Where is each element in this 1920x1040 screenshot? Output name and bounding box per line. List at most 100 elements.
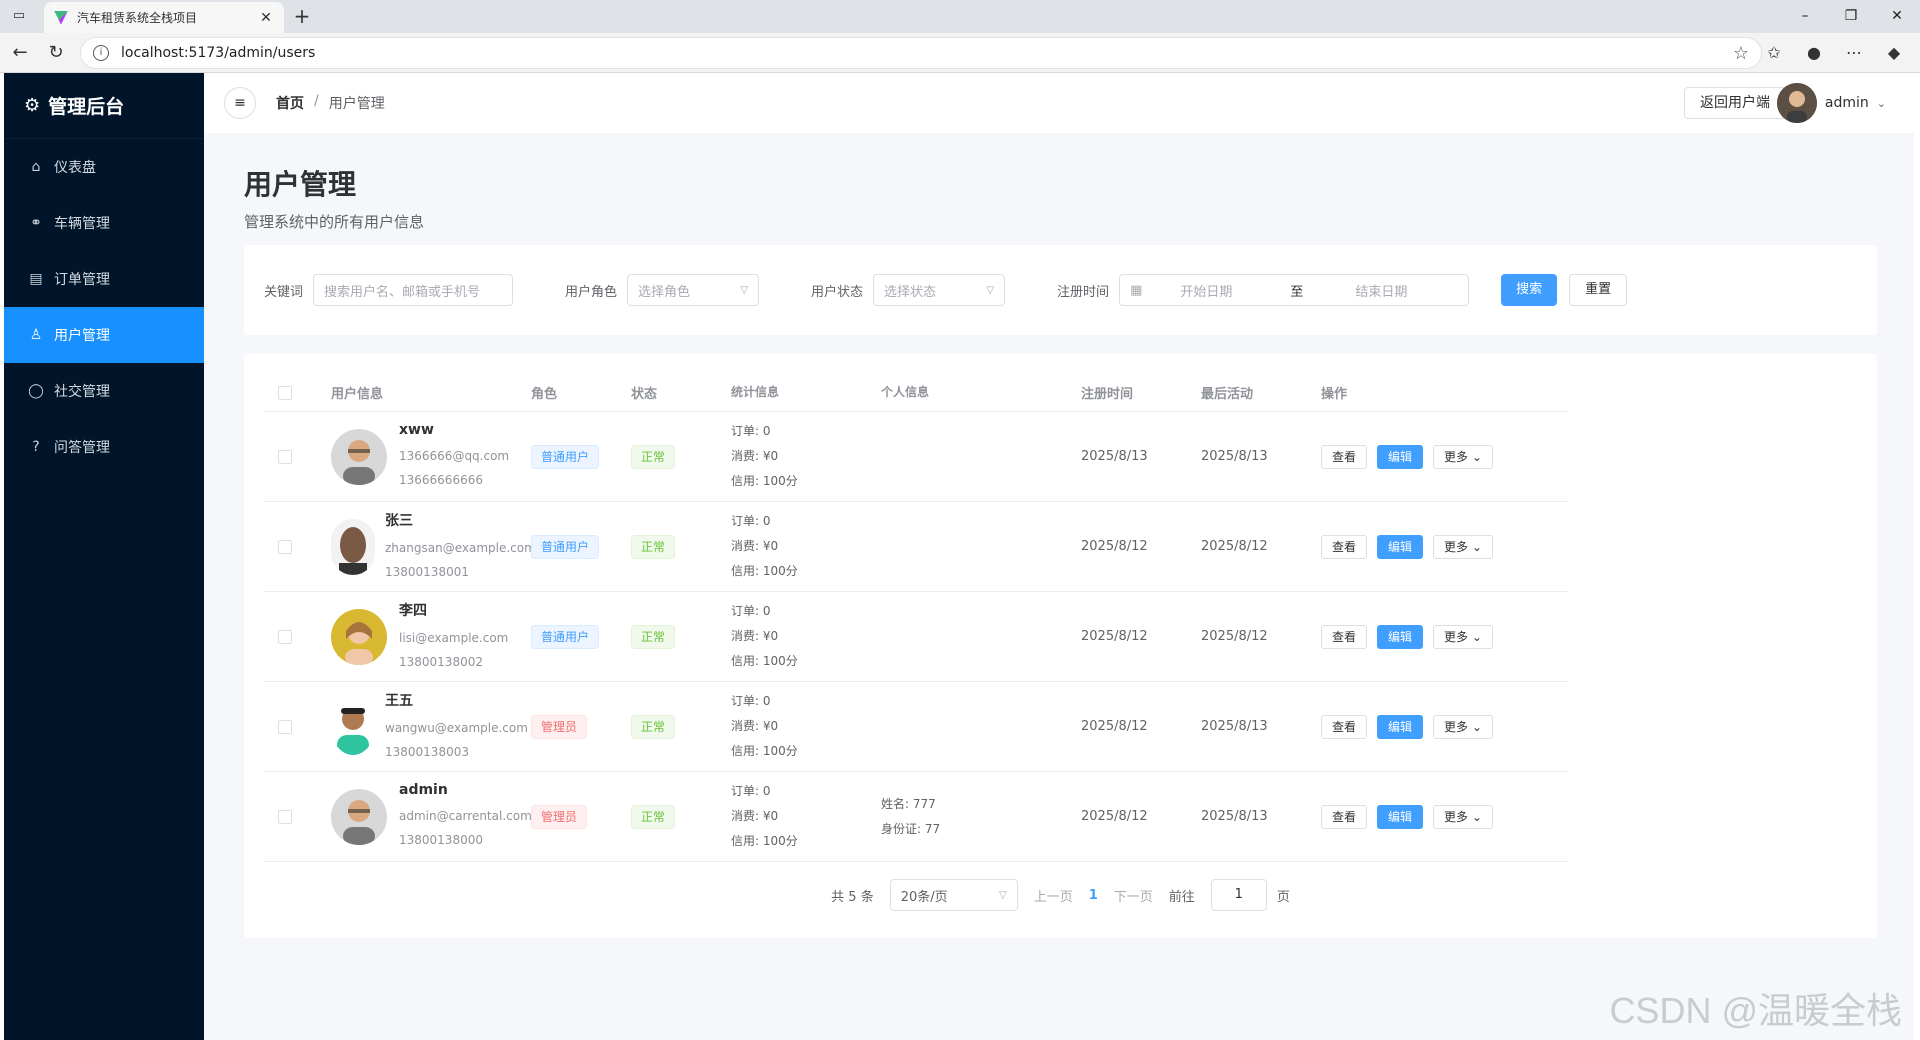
date-range-picker[interactable]: ▦ 开始日期 至 结束日期: [1119, 274, 1470, 306]
chevron-down-icon: ▽: [986, 284, 995, 296]
spend-amount: 消费: ¥0: [731, 629, 779, 643]
bookmark-star-icon[interactable]: ☆: [1733, 43, 1749, 64]
view-button[interactable]: 查看: [1321, 444, 1368, 469]
close-window-icon[interactable]: ✕: [1874, 0, 1920, 33]
favorites-icon[interactable]: ✩: [1758, 37, 1790, 69]
row-checkbox[interactable]: [278, 719, 292, 734]
filter-card: 关键词 搜索用户名、邮箱或手机号 用户角色 选择角色 ▽ 用户状态 选择状态 ▽…: [244, 245, 1877, 335]
chevron-down-icon: ⌄: [1468, 449, 1482, 464]
prev-page-button[interactable]: 上一页: [1034, 886, 1073, 905]
row-checkbox[interactable]: [278, 539, 292, 554]
reset-button[interactable]: 重置: [1569, 274, 1628, 306]
sidebar-title: 管理后台: [48, 96, 125, 118]
minimize-icon[interactable]: –: [1782, 0, 1828, 33]
edit-button[interactable]: 编辑: [1377, 714, 1424, 739]
edit-button[interactable]: 编辑: [1377, 444, 1424, 469]
more-button[interactable]: 更多 ⌄: [1433, 624, 1493, 649]
row-checkbox[interactable]: [278, 449, 292, 464]
view-button[interactable]: 查看: [1321, 534, 1368, 559]
user-name: admin: [399, 781, 448, 798]
edit-button[interactable]: 编辑: [1377, 804, 1424, 829]
col-personal-info: 个人信息: [881, 385, 930, 399]
status-label: 用户状态: [811, 284, 864, 300]
row-checkbox[interactable]: [278, 629, 292, 644]
keyword-placeholder: 搜索用户名、邮箱或手机号: [324, 284, 481, 300]
next-page-button[interactable]: 下一页: [1114, 886, 1153, 905]
address-bar[interactable]: i localhost:5173/admin/users ☆: [80, 37, 1762, 69]
avatar: [331, 518, 375, 575]
user-menu[interactable]: admin ⌄: [1776, 83, 1886, 123]
registered-date: 2025/8/12: [1081, 539, 1148, 554]
collapse-menu-button[interactable]: ≡: [224, 87, 256, 119]
status-badge: 正常: [631, 714, 676, 739]
user-phone: 13666666666: [399, 472, 483, 487]
orders-count: 订单: 0: [731, 784, 771, 798]
user-name: 王五: [385, 692, 413, 709]
copilot-icon[interactable]: ◆: [1878, 37, 1910, 69]
sidebar-item-label: 用户管理: [54, 328, 110, 344]
date-end[interactable]: 结束日期: [1355, 281, 1407, 300]
user-table: 用户信息 角色 状态 统计信息 个人信息 注册时间 最后活动 操作 xww 13…: [264, 374, 1568, 862]
browser-tab[interactable]: 汽车租赁系统全栈项目 ✕: [44, 2, 284, 33]
status-badge: 正常: [631, 534, 676, 559]
new-tab-icon[interactable]: +: [292, 6, 312, 26]
edit-button[interactable]: 编辑: [1377, 534, 1424, 559]
breadcrumb-home[interactable]: 首页: [276, 93, 304, 113]
row-checkbox[interactable]: [278, 809, 292, 824]
user-phone: 13800138002: [399, 654, 483, 669]
more-label: 更多: [1444, 539, 1469, 554]
sidebar-item-dashboard[interactable]: ⌂ 仪表盘: [4, 139, 204, 195]
sidebar-brand: ⚙ 管理后台: [4, 73, 204, 139]
role-select[interactable]: 选择角色 ▽: [627, 274, 760, 306]
more-button[interactable]: 更多 ⌄: [1433, 534, 1493, 559]
date-start[interactable]: 开始日期: [1180, 281, 1290, 300]
window-menu-icon[interactable]: ▭: [10, 7, 28, 25]
user-name: 李四: [399, 602, 427, 619]
sidebar-item-vehicles[interactable]: ⚭ 车辆管理: [4, 195, 204, 251]
role-tag: 普通用户: [531, 444, 600, 469]
close-tab-icon[interactable]: ✕: [258, 10, 274, 26]
chat-icon: ◯: [28, 383, 44, 399]
restore-icon[interactable]: ❐: [1828, 0, 1874, 33]
profile-icon[interactable]: ●: [1798, 37, 1830, 69]
sidebar-item-users[interactable]: ♙ 用户管理: [4, 307, 204, 363]
sidebar-item-qa[interactable]: ? 问答管理: [4, 419, 204, 475]
registered-date: 2025/8/12: [1081, 809, 1148, 824]
last-active-date: 2025/8/13: [1201, 809, 1268, 824]
tab-title: 汽车租赁系统全栈项目: [77, 11, 198, 25]
more-label: 更多: [1444, 719, 1469, 734]
search-button[interactable]: 搜索: [1501, 274, 1558, 306]
sidebar-item-label: 问答管理: [54, 440, 110, 456]
url-text[interactable]: localhost:5173/admin/users: [121, 45, 1733, 61]
more-button[interactable]: 更多 ⌄: [1433, 444, 1493, 469]
more-button[interactable]: 更多 ⌄: [1433, 714, 1493, 739]
credit-score: 信用: 100分: [731, 654, 798, 668]
sidebar-item-orders[interactable]: ▤ 订单管理: [4, 251, 204, 307]
back-to-client-button[interactable]: 返回用户端: [1684, 87, 1786, 119]
more-menu-icon[interactable]: ⋯: [1838, 37, 1870, 69]
page-header: 用户管理 管理系统中的所有用户信息: [244, 163, 1877, 232]
user-email: wangwu@example.com: [385, 720, 528, 735]
select-all-checkbox[interactable]: [278, 385, 292, 400]
back-arrow-icon[interactable]: ←: [4, 37, 36, 69]
col-user-info: 用户信息: [331, 387, 384, 402]
browser-toolbar: ✩ ● ⋯ ◆: [1758, 37, 1910, 69]
sidebar-item-social[interactable]: ◯ 社交管理: [4, 363, 204, 419]
personal-name: 姓名: 777: [881, 796, 936, 811]
site-info-icon[interactable]: i: [93, 45, 109, 61]
page-size-select[interactable]: 20条/页 ▽: [889, 879, 1018, 911]
current-page[interactable]: 1: [1089, 888, 1098, 903]
view-button[interactable]: 查看: [1321, 714, 1368, 739]
more-button[interactable]: 更多 ⌄: [1433, 804, 1493, 829]
view-button[interactable]: 查看: [1321, 804, 1368, 829]
user-table-card: 用户信息 角色 状态 统计信息 个人信息 注册时间 最后活动 操作 xww 13…: [244, 354, 1877, 938]
edit-button[interactable]: 编辑: [1377, 624, 1424, 649]
user-email: zhangsan@example.com: [385, 540, 536, 555]
keyword-input[interactable]: 搜索用户名、邮箱或手机号: [313, 274, 514, 306]
goto-page-input[interactable]: 1: [1210, 879, 1267, 911]
reload-icon[interactable]: ↻: [40, 37, 72, 69]
sidebar-item-label: 社交管理: [54, 384, 110, 400]
spend-amount: 消费: ¥0: [731, 809, 779, 823]
status-select[interactable]: 选择状态 ▽: [873, 274, 1006, 306]
view-button[interactable]: 查看: [1321, 624, 1368, 649]
